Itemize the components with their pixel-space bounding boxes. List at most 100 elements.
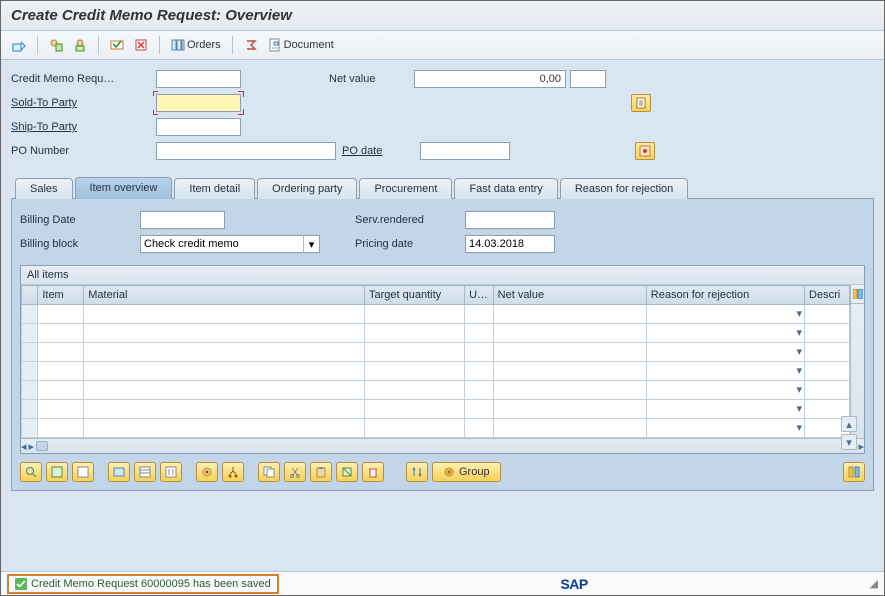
grid-cell[interactable] [84, 324, 365, 343]
po-date-input[interactable] [420, 142, 510, 160]
grid-cell[interactable] [38, 419, 84, 438]
propose-items-icon[interactable] [196, 462, 218, 482]
select-all-icon[interactable] [46, 462, 68, 482]
chevron-down-icon[interactable]: ▾ [796, 345, 802, 358]
cut-icon[interactable] [284, 462, 306, 482]
grid-cell[interactable] [365, 362, 465, 381]
po-number-input[interactable] [156, 142, 336, 160]
grid-cell[interactable]: ▾ [646, 343, 804, 362]
paste-icon[interactable] [310, 462, 332, 482]
serv-rendered-input[interactable] [465, 211, 555, 229]
sort-icon[interactable] [406, 462, 428, 482]
grid-cell[interactable] [805, 381, 850, 400]
status-overview-icon[interactable] [107, 35, 127, 55]
table-row[interactable]: ▾ [22, 362, 850, 381]
scroll-down-icon[interactable]: ▾ [841, 434, 857, 450]
table-row[interactable]: ▾ [22, 400, 850, 419]
col-reason-rejection[interactable]: Reason for rejection [646, 286, 804, 305]
display-icon[interactable] [108, 462, 130, 482]
chevron-down-icon[interactable]: ▾ [796, 383, 802, 396]
grid-cell[interactable] [465, 343, 494, 362]
chevron-down-icon[interactable]: ▾ [796, 402, 802, 415]
batch-split-icon[interactable] [222, 462, 244, 482]
billing-block-dropdown[interactable]: Check credit memo ▾ [140, 235, 320, 253]
tab-sales[interactable]: Sales [15, 178, 73, 199]
col-description[interactable]: Descri [805, 286, 850, 305]
grid-cell[interactable] [38, 400, 84, 419]
grid-cell[interactable] [365, 305, 465, 324]
grid-cell[interactable] [493, 362, 646, 381]
ship-to-party-link[interactable]: Ship-To Party [11, 121, 156, 133]
chevron-down-icon[interactable]: ▾ [796, 326, 802, 339]
variant-icon[interactable] [336, 462, 358, 482]
table-row[interactable]: ▾ [22, 324, 850, 343]
header-detail-icon[interactable] [46, 35, 66, 55]
grid-cell[interactable] [493, 381, 646, 400]
table-row[interactable]: ▾ [22, 343, 850, 362]
grid-cell[interactable] [465, 324, 494, 343]
grid-cell[interactable] [493, 305, 646, 324]
row-selector-cell[interactable] [22, 419, 38, 438]
sigma-icon[interactable] [241, 35, 261, 55]
credit-memo-requ-input[interactable] [156, 70, 241, 88]
grid-cell[interactable] [805, 305, 850, 324]
resize-handle-icon[interactable]: ◢ [870, 577, 878, 590]
chevron-down-icon[interactable]: ▾ [796, 307, 802, 320]
scroll-left-icon[interactable]: ◂ [21, 440, 27, 453]
grid-cell[interactable] [805, 362, 850, 381]
col-uom[interactable]: U… [465, 286, 494, 305]
grid-cell[interactable] [465, 419, 494, 438]
column-config-icon[interactable] [851, 285, 864, 304]
grid-cell[interactable] [805, 324, 850, 343]
scroll-thumb[interactable] [36, 441, 48, 451]
po-config-icon[interactable] [635, 142, 655, 160]
grid-cell[interactable]: ▾ [646, 400, 804, 419]
grid-cell[interactable] [84, 343, 365, 362]
scroll-right-icon[interactable]: ▸ [29, 440, 35, 453]
grid-cell[interactable] [84, 381, 365, 400]
grid-cell[interactable] [365, 343, 465, 362]
scroll-up-icon[interactable]: ▴ [841, 416, 857, 432]
deselect-all-icon[interactable] [72, 462, 94, 482]
col-item[interactable]: Item [38, 286, 84, 305]
grid-hscroll[interactable]: ◂ ▸ ◂ ▸ [21, 438, 864, 453]
grid-cell[interactable] [38, 305, 84, 324]
group-button[interactable]: Group [432, 462, 501, 482]
po-date-label[interactable]: PO date [336, 145, 420, 157]
configure-columns-icon[interactable] [843, 462, 865, 482]
grid-cell[interactable] [805, 343, 850, 362]
grid-cell[interactable] [84, 400, 365, 419]
chevron-down-icon[interactable]: ▾ [796, 421, 802, 434]
row-selector-cell[interactable] [22, 381, 38, 400]
tab-procurement[interactable]: Procurement [359, 178, 452, 199]
grid-cell[interactable]: ▾ [646, 305, 804, 324]
sold-to-party-input[interactable] [156, 94, 241, 112]
grid-cell[interactable] [365, 324, 465, 343]
row-selector-cell[interactable] [22, 362, 38, 381]
grid-cell[interactable] [84, 305, 365, 324]
tab-fast-data-entry[interactable]: Fast data entry [454, 178, 557, 199]
conditions-icon[interactable] [160, 462, 182, 482]
grid-cell[interactable] [493, 343, 646, 362]
tab-item-detail[interactable]: Item detail [174, 178, 255, 199]
table-row[interactable]: ▾ [22, 305, 850, 324]
grid-cell[interactable] [493, 324, 646, 343]
grid-cell[interactable] [84, 362, 365, 381]
grid-cell[interactable] [493, 400, 646, 419]
ship-to-party-input[interactable] [156, 118, 241, 136]
grid-cell[interactable] [38, 381, 84, 400]
detail-icon[interactable] [20, 462, 42, 482]
row-selector-cell[interactable] [22, 400, 38, 419]
table-row[interactable]: ▾ [22, 419, 850, 438]
chevron-down-icon[interactable]: ▾ [796, 364, 802, 377]
delete-icon[interactable] [362, 462, 384, 482]
reject-document-icon[interactable] [131, 35, 151, 55]
grid-cell[interactable]: ▾ [646, 324, 804, 343]
tab-ordering-party[interactable]: Ordering party [257, 178, 357, 199]
row-selector-cell[interactable] [22, 305, 38, 324]
grid-cell[interactable] [365, 419, 465, 438]
create-document-icon[interactable] [631, 94, 651, 112]
grid-cell[interactable] [38, 343, 84, 362]
grid-cell[interactable] [465, 362, 494, 381]
col-target-qty[interactable]: Target quantity [365, 286, 465, 305]
